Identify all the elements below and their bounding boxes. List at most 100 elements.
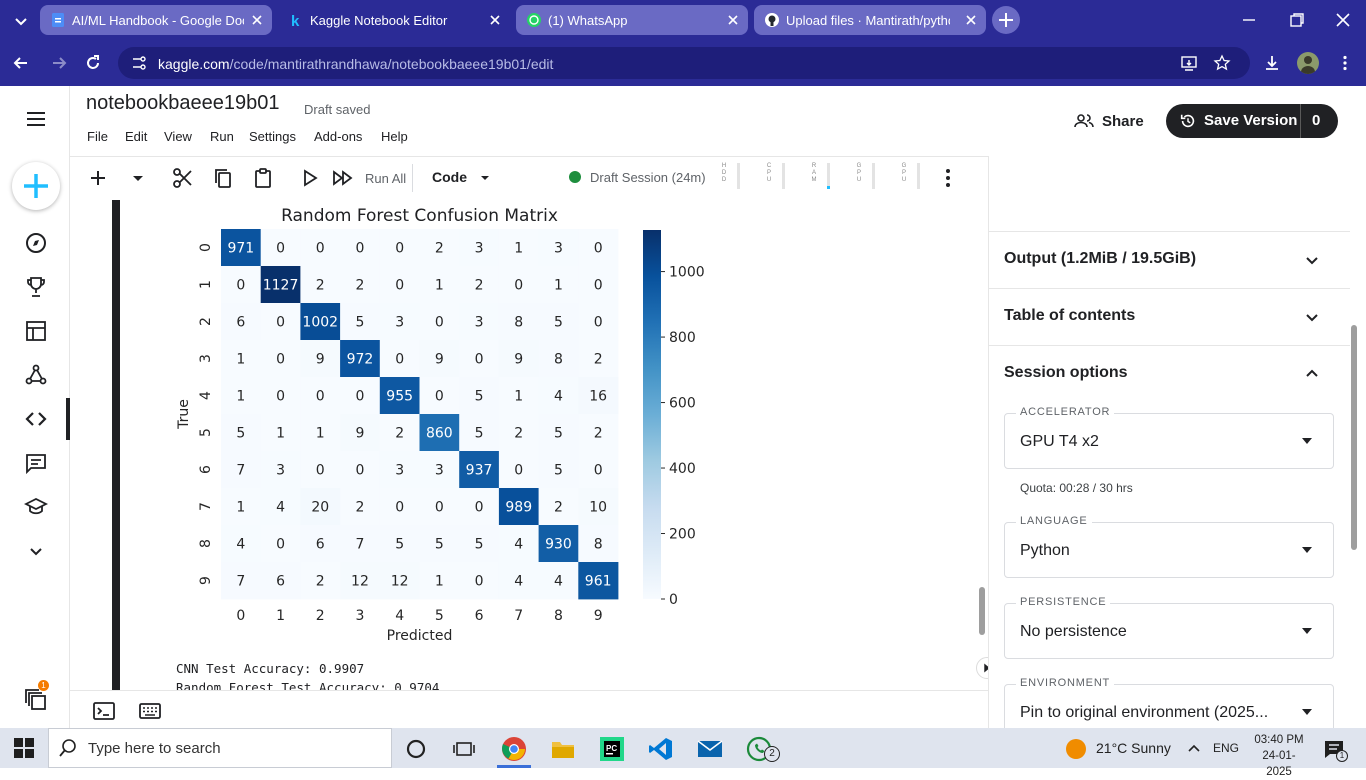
chevron-down-icon[interactable] xyxy=(479,172,491,184)
menu-run[interactable]: Run xyxy=(210,129,234,144)
back-icon[interactable] xyxy=(12,54,30,72)
menu-addons[interactable]: Add-ons xyxy=(314,129,362,144)
menu-settings[interactable]: Settings xyxy=(249,129,296,144)
learn-icon[interactable] xyxy=(24,495,48,519)
run-cell-icon[interactable] xyxy=(297,166,321,190)
mail-icon[interactable] xyxy=(697,736,723,762)
tab-search-chevron-icon[interactable] xyxy=(12,12,30,30)
clock[interactable]: 03:40 PM 24-01-2025 xyxy=(1250,732,1308,780)
cell-value-label: 1 xyxy=(554,278,563,294)
section-output[interactable]: Output (1.2MiB / 19.5GiB) xyxy=(988,231,1350,288)
cell-type-select[interactable]: Code xyxy=(432,169,467,185)
notebook-scrollbar[interactable] xyxy=(979,587,985,635)
kaggle-left-nav: 1 xyxy=(0,86,70,728)
cell-value-label: 9 xyxy=(355,426,364,442)
cortana-icon[interactable] xyxy=(403,736,429,762)
more-chevron-icon[interactable] xyxy=(24,539,48,563)
close-icon[interactable] xyxy=(964,13,978,27)
right-panel-scrollbar[interactable] xyxy=(1351,325,1357,550)
copy-icon[interactable] xyxy=(211,166,235,190)
colorbar-tick-label: 400 xyxy=(669,461,696,477)
cell-value-label: 989 xyxy=(505,500,532,516)
compass-icon[interactable] xyxy=(24,231,48,255)
tab-github-upload[interactable]: Upload files · Mantirath/python xyxy=(754,5,986,35)
close-icon[interactable] xyxy=(250,13,264,27)
meter-ram-label: RAM xyxy=(811,163,817,183)
task-view-icon[interactable] xyxy=(451,736,477,762)
minimize-icon[interactable] xyxy=(1240,11,1258,29)
y-tick-label: 2 xyxy=(198,317,214,326)
share-button[interactable]: Share xyxy=(1068,104,1148,138)
trophy-icon[interactable] xyxy=(24,275,48,299)
x-tick-label: 9 xyxy=(594,608,603,624)
console-icon[interactable] xyxy=(92,699,116,723)
session-status[interactable]: Draft Session (24m) xyxy=(590,170,706,185)
install-app-icon[interactable] xyxy=(1180,54,1198,72)
cell-value-label: 1 xyxy=(276,426,285,442)
more-options-icon[interactable] xyxy=(936,166,960,190)
tab-kaggle-notebook-editor[interactable]: k Kaggle Notebook Editor xyxy=(278,5,510,35)
file-explorer-icon[interactable] xyxy=(550,736,576,762)
x-tick-label: 6 xyxy=(475,608,484,624)
close-icon[interactable] xyxy=(726,13,740,27)
site-info-icon[interactable] xyxy=(130,54,148,72)
restore-icon[interactable] xyxy=(1288,11,1306,29)
colorbar xyxy=(643,230,661,599)
reload-icon[interactable] xyxy=(84,54,102,72)
download-icon[interactable] xyxy=(1263,54,1281,72)
cell-value-label: 0 xyxy=(435,500,444,516)
plus-icon xyxy=(999,13,1013,27)
stack-icon[interactable] xyxy=(24,688,48,712)
menu-edit[interactable]: Edit xyxy=(125,129,147,144)
profile-avatar[interactable] xyxy=(1297,52,1319,74)
add-cell-icon[interactable] xyxy=(86,166,110,190)
dropdown-caret-icon xyxy=(1302,438,1312,444)
run-all-label[interactable]: Run All xyxy=(365,171,406,186)
windows-start-icon[interactable] xyxy=(14,738,34,758)
field-label: ENVIRONMENT xyxy=(1016,677,1115,689)
save-version-button[interactable]: Save Version 0 xyxy=(1166,104,1338,138)
pycharm-icon[interactable]: PC xyxy=(599,736,625,762)
menu-help[interactable]: Help xyxy=(381,129,408,144)
cell-value-label: 0 xyxy=(594,241,603,257)
cell-value-label: 2 xyxy=(554,500,563,516)
keyboard-icon[interactable] xyxy=(138,699,162,723)
url-text[interactable]: kaggle.com/code/mantirathrandhawa/notebo… xyxy=(158,56,553,72)
tab-google-docs[interactable]: AI/ML Handbook - Google Doc xyxy=(40,5,272,35)
cell-value-label: 0 xyxy=(395,352,404,368)
section-session-options[interactable]: Session options xyxy=(988,345,1350,402)
add-cell-dropdown-icon[interactable] xyxy=(126,166,150,190)
hamburger-menu-icon[interactable] xyxy=(24,107,48,131)
new-tab-button[interactable] xyxy=(992,6,1020,34)
code-icon[interactable] xyxy=(24,407,48,431)
create-button[interactable] xyxy=(12,162,60,210)
table-icon[interactable] xyxy=(24,319,48,343)
weather-text[interactable]: 21°C Sunny xyxy=(1096,740,1171,756)
bookmark-star-icon[interactable] xyxy=(1213,54,1231,72)
chevron-up-icon[interactable] xyxy=(1186,740,1202,756)
notebook-title[interactable]: notebookbaeee19b01 xyxy=(86,92,280,115)
cell-value-label: 0 xyxy=(355,389,364,405)
models-icon[interactable] xyxy=(24,363,48,387)
cell-value-label: 2 xyxy=(355,278,364,294)
vscode-icon[interactable] xyxy=(648,736,674,762)
language-indicator[interactable]: ENG xyxy=(1213,741,1239,755)
tab-whatsapp[interactable]: (1) WhatsApp xyxy=(516,5,748,35)
comments-icon[interactable] xyxy=(24,451,48,475)
menu-file[interactable]: File xyxy=(87,129,108,144)
x-tick-label: 7 xyxy=(514,608,523,624)
run-all-icon[interactable] xyxy=(331,166,355,190)
dropdown-caret-icon xyxy=(1302,709,1312,715)
close-icon[interactable] xyxy=(488,13,502,27)
cut-icon[interactable] xyxy=(171,166,195,190)
menu-view[interactable]: View xyxy=(164,129,192,144)
paste-icon[interactable] xyxy=(251,166,275,190)
close-window-icon[interactable] xyxy=(1334,11,1352,29)
cell-value-label: 5 xyxy=(355,315,364,331)
cell-value-label: 3 xyxy=(276,463,285,479)
kebab-menu-icon[interactable] xyxy=(1336,54,1354,72)
chrome-icon[interactable] xyxy=(501,736,527,762)
cell-value-label: 2 xyxy=(395,426,404,442)
section-table-of-contents[interactable]: Table of contents xyxy=(988,288,1350,345)
forward-icon[interactable] xyxy=(50,54,68,72)
